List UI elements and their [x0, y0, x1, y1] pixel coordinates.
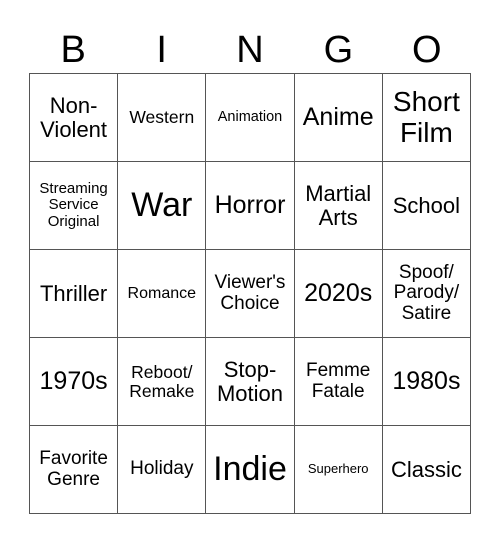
bingo-cell[interactable]: Classic [382, 426, 471, 514]
bingo-cell[interactable]: Superhero [294, 426, 383, 514]
bingo-cell[interactable]: 2020s [294, 250, 383, 338]
cell-label: Western [129, 107, 195, 128]
cell-label: Viewer's Choice [214, 271, 286, 314]
header-letter-o: O [412, 29, 442, 71]
bingo-cell[interactable]: Non- Violent [30, 74, 119, 162]
bingo-cell[interactable]: Thriller [30, 250, 119, 338]
cell-label: Stop- Motion [216, 356, 284, 406]
cell-label: 1970s [39, 367, 108, 395]
cell-label: Reboot/Remake [129, 361, 195, 401]
header-letter-b: B [60, 29, 86, 71]
header-letter-g: G [323, 29, 354, 71]
bingo-cell[interactable]: Animation [206, 74, 295, 162]
bingo-cell[interactable]: Anime [294, 74, 383, 162]
bingo-cell[interactable]: Horror [206, 162, 295, 250]
bingo-cell[interactable]: Streaming Service Original [30, 162, 119, 250]
cell-label: Martial Arts [305, 180, 372, 230]
bingo-header: B I N G O [29, 28, 471, 73]
cell-label: Horror [214, 191, 286, 219]
cell-label: Animation [217, 108, 283, 125]
bingo-cell[interactable]: Spoof/Parody/Satire [382, 250, 471, 338]
bingo-cell[interactable]: 1970s [30, 338, 119, 426]
cell-label: Superhero [307, 461, 369, 477]
cell-label: Spoof/Parody/Satire [393, 261, 460, 324]
bingo-card-grid: Non- Violent Western Animation Anime Shor… [29, 73, 471, 514]
bingo-cell[interactable]: 1980s [382, 338, 471, 426]
bingo-cell[interactable]: Martial Arts [294, 162, 383, 250]
cell-label: School [392, 192, 461, 218]
cell-label: Holiday [130, 458, 194, 480]
bingo-cell[interactable]: Femme Fatale [294, 338, 383, 426]
cell-label: Short Film [392, 86, 460, 148]
bingo-cell[interactable]: Short Film [382, 74, 471, 162]
bingo-cell[interactable]: War [118, 162, 207, 250]
cell-label: Streaming Service Original [39, 180, 108, 230]
cell-label: Femme Fatale [305, 359, 371, 402]
cell-label: Anime [302, 103, 374, 131]
cell-label: Classic [390, 456, 462, 482]
bingo-cell[interactable]: Favorite Genre [30, 426, 119, 514]
bingo-cell[interactable]: Western [118, 74, 207, 162]
bingo-cell[interactable]: Reboot/Remake [118, 338, 207, 426]
bingo-cell[interactable]: Romance [118, 250, 207, 338]
cell-label: Indie [213, 450, 287, 489]
cell-label: Favorite Genre [39, 447, 108, 490]
cell-label: War [131, 186, 193, 225]
cell-label: Thriller [39, 280, 108, 306]
header-letter-i: I [156, 29, 167, 71]
header-letter-n: N [236, 29, 264, 71]
bingo-cell[interactable]: Viewer's Choice [206, 250, 295, 338]
bingo-cell[interactable]: Holiday [118, 426, 207, 514]
cell-label: 2020s [304, 279, 373, 307]
cell-label: Romance [127, 284, 197, 302]
bingo-cell[interactable]: School [382, 162, 471, 250]
bingo-cell[interactable]: Indie [206, 426, 295, 514]
bingo-cell[interactable]: Stop- Motion [206, 338, 295, 426]
cell-label: 1980s [392, 367, 461, 395]
cell-label: Non- Violent [40, 92, 108, 142]
